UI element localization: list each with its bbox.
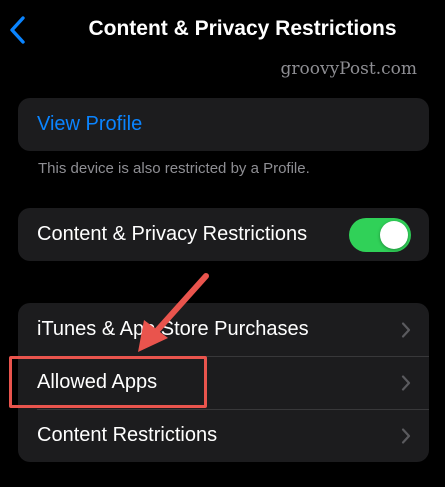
menu-item-itunes-app-store-purchases[interactable]: iTunes & App Store Purchases xyxy=(18,303,429,356)
profile-footnote: This device is also restricted by a Prof… xyxy=(38,160,310,177)
chevron-right-icon xyxy=(401,374,411,391)
restrictions-group: Content & Privacy Restrictions xyxy=(18,208,429,261)
menu-item-label: Content Restrictions xyxy=(37,424,218,446)
profile-group: View Profile xyxy=(18,98,429,151)
menu-item-label: iTunes & App Store Purchases xyxy=(37,318,309,340)
view-profile-link[interactable]: View Profile xyxy=(37,113,142,136)
toggle-knob xyxy=(380,220,408,249)
menu-item-content-restrictions[interactable]: Content Restrictions xyxy=(18,409,429,462)
chevron-left-icon xyxy=(10,16,25,44)
restrictions-toggle-switch[interactable] xyxy=(349,217,411,252)
back-button[interactable] xyxy=(6,14,30,46)
chevron-right-icon xyxy=(401,321,411,338)
watermark-text: groovyPost.com xyxy=(280,59,417,79)
restrictions-toggle-row: Content & Privacy Restrictions xyxy=(18,208,429,261)
navigation-bar: Content & Privacy Restrictions xyxy=(0,0,445,60)
restrictions-menu-group: iTunes & App Store Purchases Allowed App… xyxy=(18,303,429,462)
page-title: Content & Privacy Restrictions xyxy=(88,17,397,40)
menu-item-label: Allowed Apps xyxy=(37,371,158,393)
screen: Content & Privacy Restrictions groovyPos… xyxy=(0,0,445,487)
menu-item-allowed-apps[interactable]: Allowed Apps xyxy=(18,356,429,409)
restrictions-toggle-label: Content & Privacy Restrictions xyxy=(37,223,308,245)
chevron-right-icon xyxy=(401,427,411,444)
view-profile-row[interactable]: View Profile xyxy=(18,98,429,151)
